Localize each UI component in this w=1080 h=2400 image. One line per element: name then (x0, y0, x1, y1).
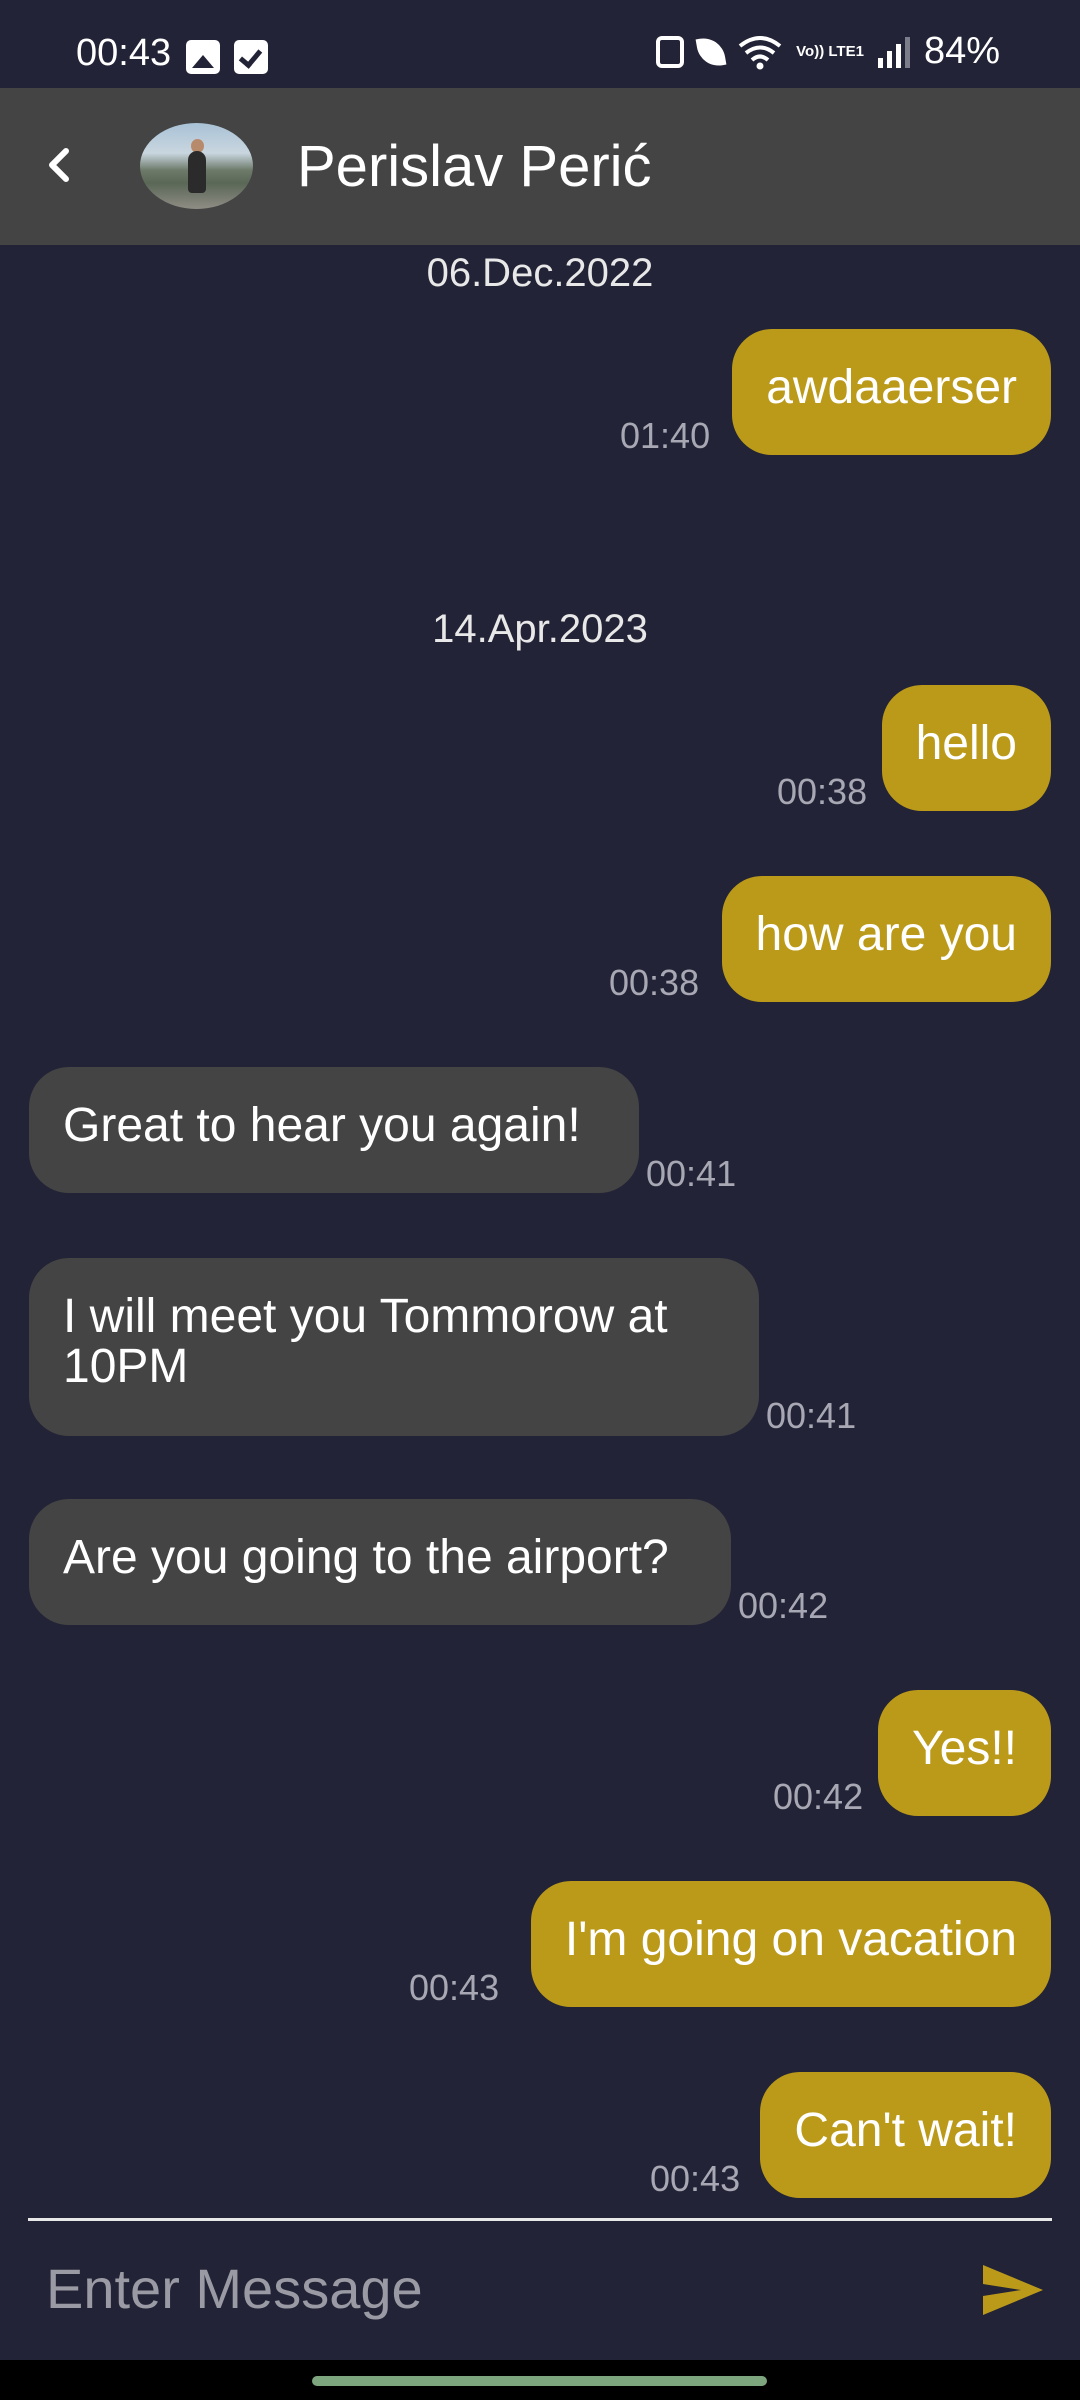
message-time: 00:43 (409, 1967, 500, 2008)
status-right-icons: Vo)) LTE1 84% (656, 30, 1000, 73)
signal-icon (877, 36, 910, 68)
status-bar: 00:43 Vo)) LTE1 84% (0, 0, 1080, 88)
wifi-icon (738, 34, 782, 70)
message-input[interactable] (28, 2240, 964, 2336)
message-list[interactable]: 06.Dec.2022 awdaaerser 01:40 14.Apr.2023… (0, 245, 1080, 2215)
message-time: 00:42 (738, 1585, 829, 1626)
message-bubble-sent[interactable]: hello (881, 685, 1051, 811)
message-bubble-sent[interactable]: awdaaerser (732, 329, 1051, 455)
leaf-icon (695, 34, 727, 69)
battery-percentage: 84% (923, 30, 1000, 72)
date-separator: 06.Dec.2022 (426, 251, 654, 295)
battery-saver-icon (656, 35, 685, 68)
message-time: 00:38 (777, 771, 868, 812)
send-icon (983, 2265, 1043, 2315)
message-bubble-received[interactable]: Are you going to the airport? (29, 1499, 731, 1625)
status-left-icons (186, 40, 268, 74)
message-time: 00:38 (609, 962, 700, 1003)
navigation-bar (0, 2360, 1080, 2400)
message-time: 00:43 (650, 2158, 741, 2199)
back-button[interactable] (24, 130, 94, 200)
message-bubble-sent[interactable]: Can't wait! (760, 2072, 1051, 2198)
volte-icon: Vo)) LTE1 (796, 42, 864, 60)
message-time: 00:41 (766, 1395, 857, 1436)
image-icon (186, 40, 220, 74)
avatar[interactable] (140, 123, 253, 209)
send-button[interactable] (976, 2258, 1050, 2322)
message-time: 00:42 (773, 1776, 864, 1817)
chevron-left-icon (49, 148, 69, 182)
message-bubble-received[interactable]: Great to hear you again! (29, 1067, 639, 1193)
message-time: 00:41 (646, 1153, 737, 1194)
chat-header: Perislav Perić (0, 88, 1080, 245)
avatar-body (188, 151, 206, 193)
home-indicator[interactable] (312, 2376, 767, 2386)
checkbox-icon (234, 40, 268, 74)
date-separator: 14.Apr.2023 (432, 607, 648, 651)
status-time: 00:43 (76, 32, 172, 74)
message-bubble-sent[interactable]: I'm going on vacation (530, 1881, 1051, 2007)
message-time: 01:40 (620, 415, 711, 456)
contact-name[interactable]: Perislav Perić (297, 135, 652, 199)
input-divider (28, 2218, 1052, 2221)
message-bubble-received[interactable]: I will meet you Tommorow at 10PM (29, 1258, 759, 1436)
message-bubble-sent[interactable]: how are you (721, 876, 1051, 1002)
message-bubble-sent[interactable]: Yes!! (878, 1690, 1051, 1816)
